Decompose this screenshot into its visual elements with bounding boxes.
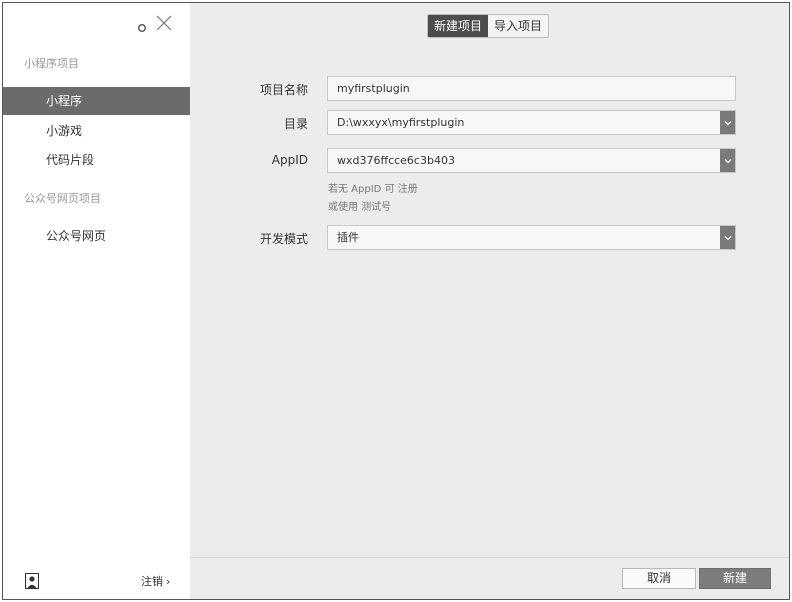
project-name-input[interactable]: [327, 76, 736, 101]
chevron-right-icon: ›: [166, 575, 171, 588]
directory-select[interactable]: D:\wxxyx\myfirstplugin: [327, 110, 736, 135]
directory-value: D:\wxxyx\myfirstplugin: [337, 116, 465, 129]
tab-new-project[interactable]: 新建项目: [428, 15, 489, 37]
appid-hint-line1: 若无 AppID 可 注册: [328, 180, 418, 195]
main-panel: 新建项目 导入项目 项目名称 目录 D:\wxxyx\myfirstplugin…: [190, 3, 789, 599]
appid-hint-line2: 或使用 测试号: [328, 198, 391, 213]
sidebar-item-official-webpage[interactable]: 公众号网页: [3, 222, 190, 250]
section-miniprogram-projects: 小程序项目: [24, 57, 79, 70]
appid-label: AppID: [271, 153, 308, 167]
close-icon[interactable]: [154, 13, 174, 33]
project-tabs: 新建项目 导入项目: [427, 14, 550, 38]
dev-mode-select[interactable]: 插件: [327, 225, 736, 250]
chevron-down-icon[interactable]: [720, 149, 735, 172]
dev-mode-label: 开发模式: [259, 232, 308, 246]
appid-hint-text-2: 或使用: [328, 202, 358, 213]
sidebar: 小程序项目 小程序 小游戏 代码片段 公众号网页项目 公众号网页 注销 ›: [3, 3, 190, 599]
dialog-footer: 取消 新建: [190, 557, 789, 599]
window-controls: [137, 12, 174, 34]
chevron-down-icon[interactable]: [720, 226, 735, 249]
sidebar-item-miniprogram[interactable]: 小程序: [3, 87, 190, 115]
project-window: 小程序项目 小程序 小游戏 代码片段 公众号网页项目 公众号网页 注销 › 新建项…: [2, 2, 790, 600]
chevron-down-icon[interactable]: [720, 111, 735, 134]
sidebar-item-code-snippet[interactable]: 代码片段: [3, 146, 190, 174]
test-account-link[interactable]: 测试号: [361, 202, 391, 213]
appid-hint-text: 若无 AppID 可: [328, 184, 395, 195]
appid-select[interactable]: wxd376ffcce6c3b403: [327, 148, 736, 173]
section-official-account-projects: 公众号网页项目: [24, 192, 101, 205]
sidebar-item-minigame[interactable]: 小游戏: [3, 117, 190, 145]
sidebar-footer: 注销 ›: [3, 561, 190, 599]
project-name-label: 项目名称: [259, 83, 308, 97]
user-avatar-icon[interactable]: [25, 573, 39, 589]
logout-link[interactable]: 注销 ›: [141, 573, 170, 589]
logout-label: 注销: [141, 575, 163, 588]
cancel-button[interactable]: 取消: [622, 568, 696, 589]
dev-mode-value: 插件: [337, 231, 359, 244]
register-link[interactable]: 注册: [398, 184, 418, 195]
gear-icon[interactable]: [137, 18, 147, 32]
appid-value: wxd376ffcce6c3b403: [337, 154, 455, 167]
tab-import-project[interactable]: 导入项目: [488, 15, 548, 37]
directory-label: 目录: [283, 117, 308, 131]
create-button[interactable]: 新建: [699, 568, 771, 589]
